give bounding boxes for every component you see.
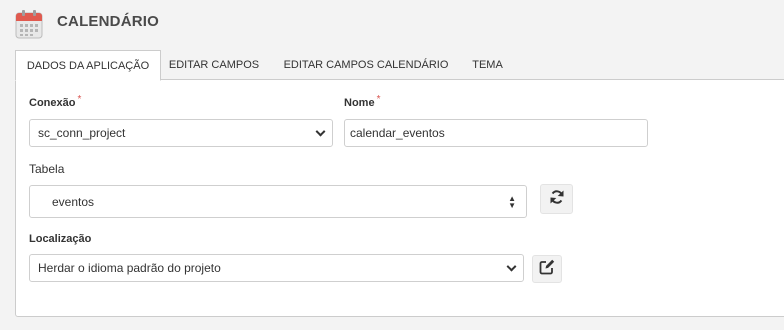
updown-icon: ▲ ▼ <box>508 193 516 210</box>
page-title: CALENDÁRIO <box>57 13 159 30</box>
tabela-select-value: eventos <box>52 194 95 209</box>
conexao-label-text: Conexão <box>29 97 76 109</box>
form-panel: Conexão * sc_conn_project Nome * calendar_… <box>15 79 784 317</box>
localizacao-select-value: Herdar o idioma padrão do projeto <box>38 261 221 275</box>
required-mark: * <box>77 94 82 105</box>
edit-localizacao-button[interactable] <box>532 255 562 283</box>
chevron-down-icon <box>506 261 517 272</box>
calendar-icon <box>15 9 43 39</box>
tab-bar: DADOS DA APLICAÇÃO EDITAR CAMPOS EDITAR … <box>15 50 784 81</box>
refresh-button[interactable] <box>540 184 573 214</box>
nome-label: Nome * <box>344 94 381 109</box>
tab-editar-campos[interactable]: EDITAR CAMPOS <box>163 50 265 80</box>
conexao-select-value: sc_conn_project <box>38 126 126 140</box>
refresh-icon <box>549 189 565 210</box>
nome-label-text: Nome <box>344 97 375 109</box>
chevron-down-icon <box>315 126 326 137</box>
tabela-select[interactable]: eventos ▲ ▼ <box>29 185 527 218</box>
localizacao-select[interactable]: Herdar o idioma padrão do projeto <box>29 254 524 282</box>
localizacao-label: Localização <box>29 233 92 245</box>
tab-dados-da-aplicacao[interactable]: DADOS DA APLICAÇÃO <box>15 50 161 81</box>
page-header: CALENDÁRIO <box>0 0 784 48</box>
conexao-label: Conexão * <box>29 94 82 109</box>
conexao-select[interactable]: sc_conn_project <box>29 119 333 147</box>
edit-icon <box>539 259 555 280</box>
nome-input-value: calendar_eventos <box>350 126 445 140</box>
required-mark: * <box>376 94 381 105</box>
tab-editar-campos-calendario[interactable]: EDITAR CAMPOS CALENDÁRIO <box>275 50 457 80</box>
tab-tema[interactable]: TEMA <box>465 50 510 80</box>
nome-input[interactable]: calendar_eventos <box>344 119 648 147</box>
tabela-label: Tabela <box>29 162 65 176</box>
